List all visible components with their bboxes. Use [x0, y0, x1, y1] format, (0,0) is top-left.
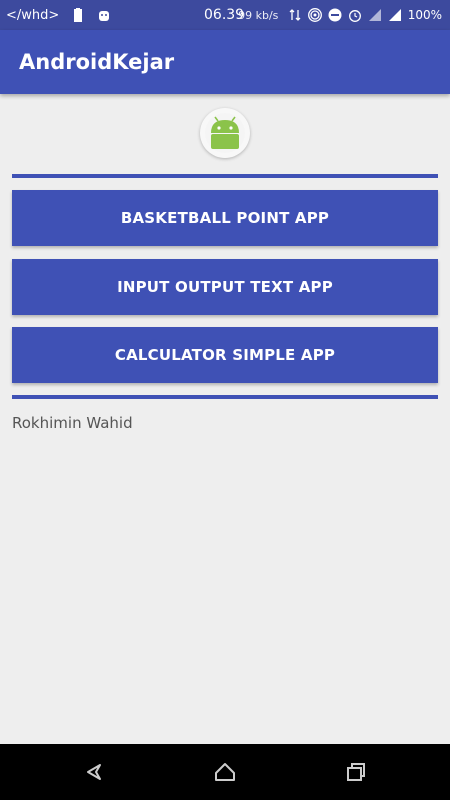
signal-icon [388, 9, 401, 21]
status-bar: </whd> 06.39 99 kb/s 100% [0, 0, 450, 30]
status-left-text: </whd> [6, 7, 60, 23]
home-icon [215, 763, 235, 781]
top-divider [12, 174, 438, 178]
calculator-simple-app-button[interactable]: CALCULATOR SIMPLE APP [12, 327, 438, 383]
app-logo [200, 108, 250, 158]
data-arrows-icon [289, 9, 301, 21]
battery-percent: 100% [407, 8, 442, 22]
app-bar: AndroidKejar [0, 30, 450, 94]
author-name: Rokhimin Wahid [12, 414, 133, 432]
alarm-icon [348, 10, 361, 22]
recents-icon [347, 763, 365, 781]
input-output-text-app-button[interactable]: INPUT OUTPUT TEXT APP [12, 259, 438, 315]
dnd-icon [328, 8, 342, 22]
basketball-point-app-button[interactable]: BASKETBALL POINT APP [12, 190, 438, 246]
recents-button[interactable] [340, 756, 372, 788]
battery-icon [74, 8, 83, 22]
signal-h-icon [368, 9, 381, 21]
back-icon [87, 764, 101, 780]
android-notification-icon [99, 11, 110, 21]
hotspot-icon [307, 8, 322, 22]
status-speed: 99 kb/s [238, 8, 279, 22]
navigation-bar [0, 744, 450, 800]
bottom-divider [12, 395, 438, 399]
home-button[interactable] [209, 756, 241, 788]
android-logo-icon [205, 113, 245, 153]
back-button[interactable] [78, 756, 110, 788]
app-title: AndroidKejar [19, 50, 175, 74]
